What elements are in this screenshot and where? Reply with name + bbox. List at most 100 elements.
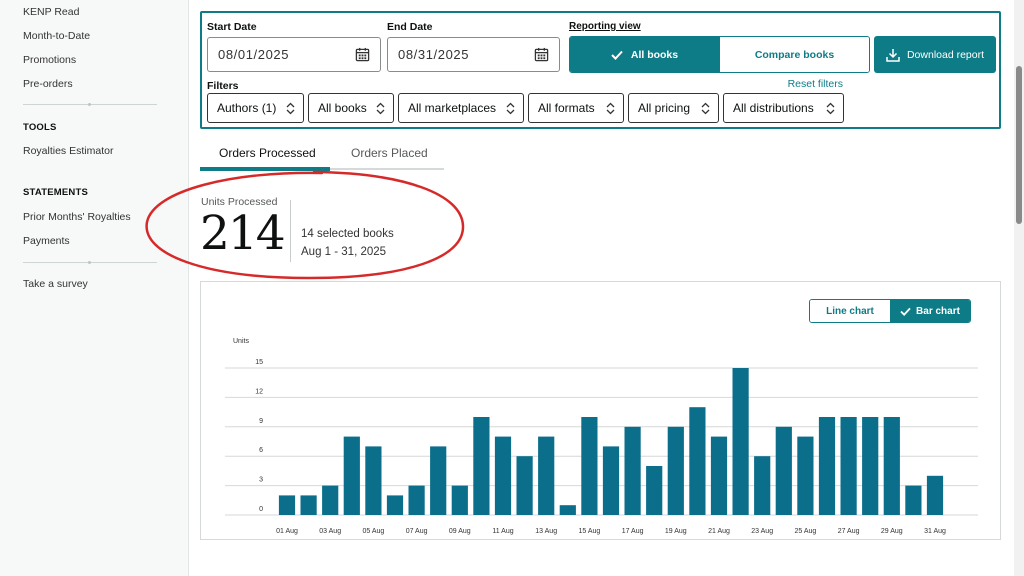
x-tick-label: 15 Aug: [578, 528, 600, 535]
sidebar-item-payments[interactable]: Payments: [23, 235, 70, 247]
tab-orders-processed[interactable]: Orders Processed: [219, 146, 316, 160]
calendar-icon[interactable]: [534, 47, 549, 62]
bar: [365, 446, 382, 515]
view-all-books-label: All books: [630, 48, 679, 61]
formats-dropdown-value: All formats: [538, 101, 595, 115]
up-down-chevron-icon: [376, 102, 385, 114]
sidebar-heading-statements: STATEMENTS: [23, 187, 88, 198]
sidebar-divider: [23, 103, 157, 106]
download-icon: [886, 48, 900, 62]
authors-dropdown[interactable]: Authors (1): [207, 93, 304, 123]
x-tick-label: 25 Aug: [794, 528, 816, 535]
bar: [646, 466, 663, 515]
sidebar-item-promotions[interactable]: Promotions: [23, 54, 76, 66]
sidebar: KENP Read Month-to-Date Promotions Pre-o…: [0, 0, 189, 576]
bar: [883, 417, 900, 515]
sidebar-item-kenp-read[interactable]: KENP Read: [23, 6, 79, 18]
distributions-dropdown[interactable]: All distributions: [723, 93, 844, 123]
download-report-button[interactable]: Download report: [874, 36, 996, 73]
units-bar-chart: Units 0 3 6 9 12 15 01 Aug 03 Aug 05 Aug 07 Aug 09 …: [225, 338, 978, 535]
active-tab-indicator: [200, 167, 330, 171]
bar: [862, 417, 879, 515]
selected-books-count: 14 selected books: [301, 228, 394, 240]
x-tick-label: 05 Aug: [362, 528, 384, 535]
x-tick-label: 23 Aug: [751, 528, 773, 535]
sidebar-divider: [23, 261, 157, 264]
books-dropdown[interactable]: All books: [308, 93, 394, 123]
reporting-view-label[interactable]: Reporting view: [569, 21, 641, 32]
sidebar-item-royalties-estimator[interactable]: Royalties Estimator: [23, 145, 113, 157]
y-tick-label: 6: [259, 447, 263, 454]
end-date-value: 08/31/2025: [398, 47, 470, 62]
view-compare-books-label: Compare books: [754, 48, 835, 61]
bar: [905, 485, 922, 515]
view-compare-books-button[interactable]: Compare books: [719, 37, 869, 72]
authors-dropdown-value: Authors (1): [217, 101, 277, 115]
download-report-label: Download report: [906, 48, 985, 61]
bar: [926, 475, 944, 515]
sidebar-item-pre-orders[interactable]: Pre-orders: [23, 78, 73, 90]
view-all-books-button[interactable]: All books: [570, 37, 719, 72]
bar: [710, 436, 728, 515]
bar: [797, 436, 814, 515]
summary-date-range: Aug 1 - 31, 2025: [301, 246, 387, 258]
filters-panel: Start Date 08/01/2025 End Date 08/31/202…: [200, 11, 1001, 129]
bar: [516, 456, 533, 515]
scrollbar-thumb[interactable]: [1016, 66, 1022, 224]
pricing-dropdown-value: All pricing: [638, 101, 691, 115]
x-tick-label: 31 Aug: [924, 528, 946, 535]
units-processed-value: 214: [200, 206, 286, 261]
bar: [602, 446, 620, 515]
y-tick-label: 9: [259, 418, 263, 425]
bar: [343, 436, 360, 515]
sidebar-heading-tools: TOOLS: [23, 122, 57, 133]
up-down-chevron-icon: [606, 102, 615, 114]
sidebar-item-take-a-survey[interactable]: Take a survey: [23, 278, 88, 290]
bar: [581, 417, 598, 515]
pricing-dropdown[interactable]: All pricing: [628, 93, 719, 123]
y-axis-label: Units: [233, 338, 249, 345]
start-date-input[interactable]: 08/01/2025: [207, 37, 381, 72]
reset-filters-link[interactable]: Reset filters: [788, 78, 843, 90]
sidebar-item-month-to-date[interactable]: Month-to-Date: [23, 30, 90, 42]
start-date-value: 08/01/2025: [218, 47, 290, 62]
bar: [667, 426, 684, 515]
x-tick-label: 07 Aug: [406, 528, 428, 535]
summary-divider: [290, 200, 291, 262]
bar: [322, 485, 339, 515]
bar: [689, 407, 706, 515]
up-down-chevron-icon: [286, 102, 295, 114]
bar: [408, 485, 425, 515]
x-tick-label: 19 Aug: [665, 528, 687, 535]
x-tick-label: 27 Aug: [838, 528, 860, 535]
up-down-chevron-icon: [506, 102, 515, 114]
bar: [538, 436, 555, 515]
start-date-label: Start Date: [207, 21, 257, 33]
formats-dropdown[interactable]: All formats: [528, 93, 624, 123]
bar: [732, 368, 749, 515]
y-tick-label: 15: [255, 359, 263, 366]
x-tick-label: 29 Aug: [881, 528, 903, 535]
page-scrollbar[interactable]: [1014, 0, 1024, 576]
bar: [624, 426, 641, 515]
bar: [818, 417, 836, 515]
calendar-icon[interactable]: [355, 47, 370, 62]
bar: [473, 417, 490, 515]
distributions-dropdown-value: All distributions: [733, 101, 814, 115]
checkmark-icon: [611, 50, 623, 60]
x-tick-label: 17 Aug: [622, 528, 644, 535]
x-tick-label: 01 Aug: [276, 528, 298, 535]
chart-container: Line chart Bar chart Units 0 3 6 9 12 15 01 Aug…: [200, 281, 1001, 540]
end-date-input[interactable]: 08/31/2025: [387, 37, 560, 72]
bar: [278, 495, 296, 515]
tab-orders-placed[interactable]: Orders Placed: [351, 146, 428, 160]
bar: [775, 426, 792, 515]
bar: [559, 505, 576, 515]
marketplaces-dropdown[interactable]: All marketplaces: [398, 93, 524, 123]
up-down-chevron-icon: [826, 102, 835, 114]
red-annotation-ellipse: [145, 170, 465, 280]
x-tick-label: 11 Aug: [492, 528, 513, 535]
x-tick-label: 03 Aug: [319, 528, 341, 535]
bar: [840, 417, 857, 515]
sidebar-item-prior-months-royalties[interactable]: Prior Months' Royalties: [23, 211, 131, 223]
